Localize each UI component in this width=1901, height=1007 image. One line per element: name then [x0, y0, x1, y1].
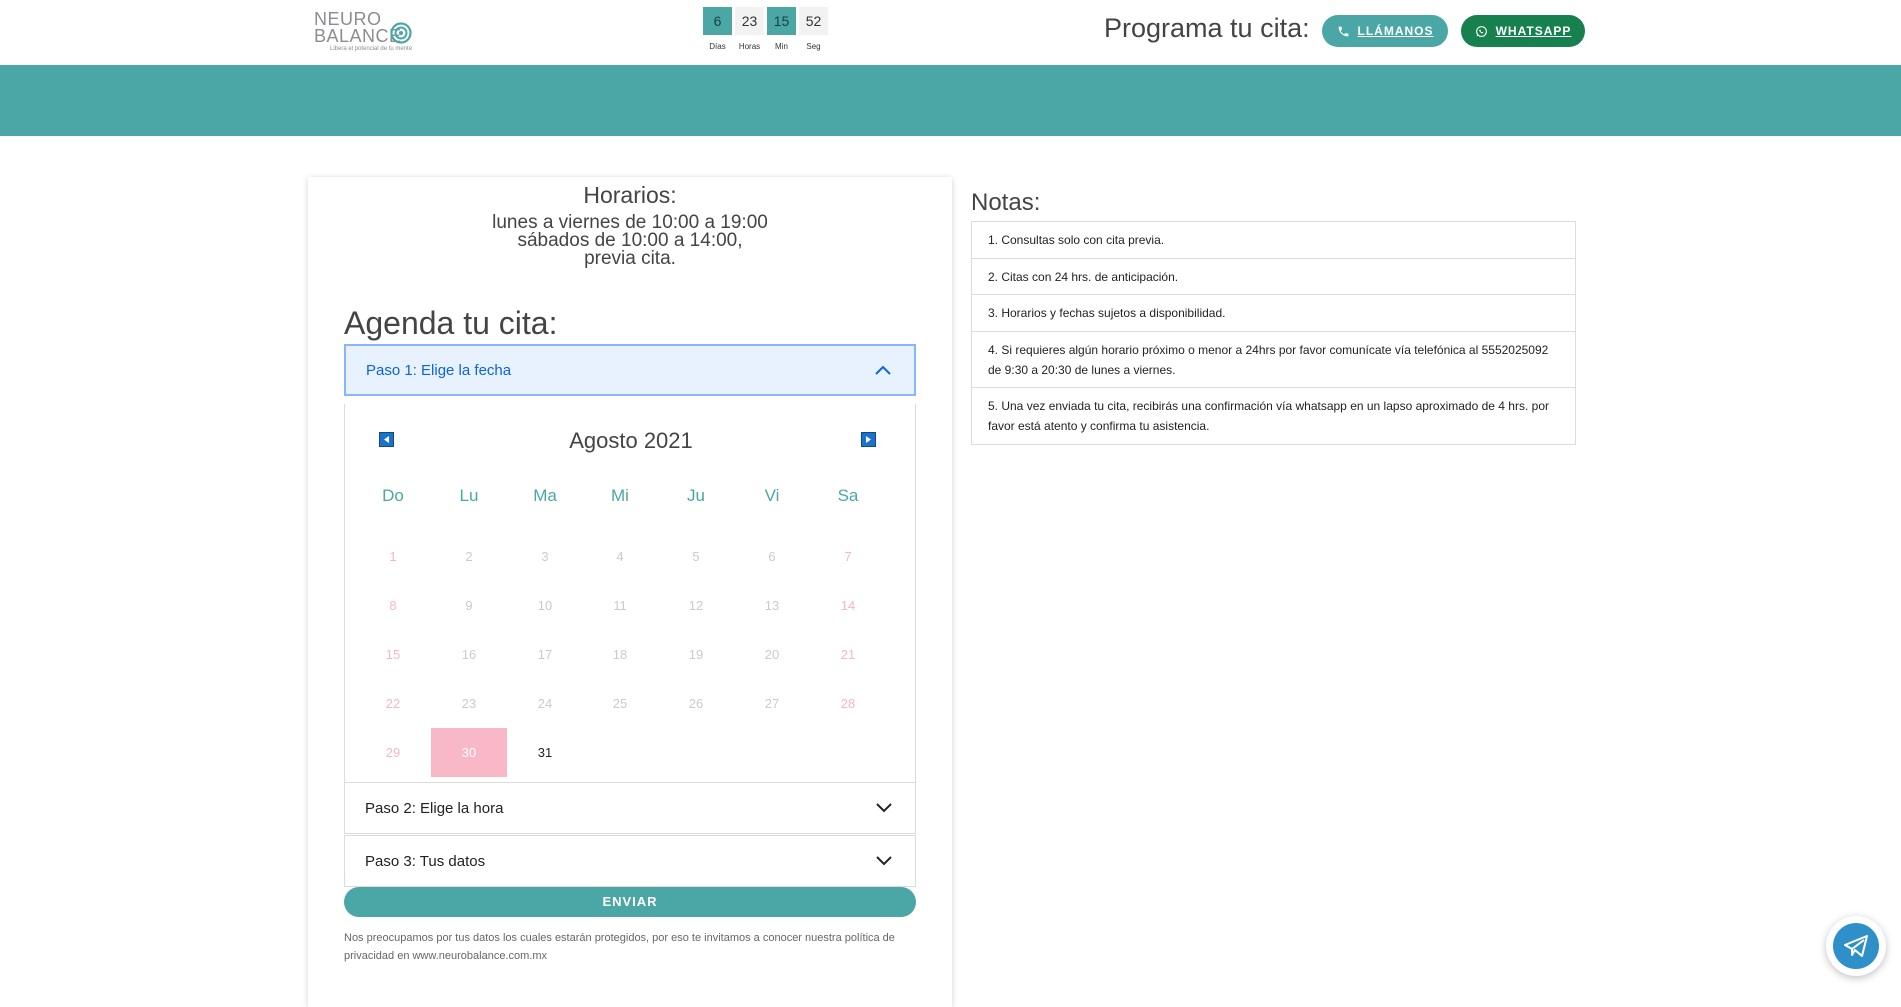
- countdown-minutes-label: Min: [775, 42, 788, 51]
- telegram-icon: [1844, 935, 1868, 957]
- calendar-next-button[interactable]: [861, 432, 876, 447]
- weekday-header: Ju: [687, 486, 705, 505]
- countdown-days-label: Días: [709, 42, 726, 51]
- calendar-day[interactable]: 2: [431, 532, 507, 581]
- calendar-day[interactable]: 3: [507, 532, 583, 581]
- countdown-minutes-value: 15: [767, 7, 796, 35]
- call-button[interactable]: LLÁMANOS: [1322, 15, 1448, 47]
- logo-tagline: Libera el potencial de tu mente: [330, 46, 413, 52]
- calendar-day[interactable]: 15: [355, 630, 431, 679]
- calendar-day[interactable]: 31: [507, 728, 583, 777]
- calendar-day[interactable]: 18: [582, 630, 658, 679]
- calendar-day[interactable]: 29: [355, 728, 431, 777]
- step2-accordion-header[interactable]: Paso 2: Elige la hora: [344, 782, 916, 834]
- note-item: 2. Citas con 24 hrs. de anticipación.: [972, 259, 1575, 295]
- appointment-card: Horarios: lunes a viernes de 10:00 a 19:…: [308, 177, 952, 1007]
- calendar-day[interactable]: 11: [582, 581, 658, 630]
- calendar-day[interactable]: 26: [658, 679, 734, 728]
- arrow-right-icon: [866, 436, 871, 443]
- calendar-day[interactable]: 28: [810, 679, 886, 728]
- step1-accordion-header[interactable]: Paso 1: Elige la fecha: [344, 344, 916, 396]
- calendar-day[interactable]: 27: [734, 679, 810, 728]
- calendar-day[interactable]: 4: [582, 532, 658, 581]
- countdown-days-value: 6: [703, 7, 732, 35]
- countdown-seconds-label: Seg: [806, 42, 821, 51]
- calendar-day[interactable]: 23: [431, 679, 507, 728]
- calendar-day[interactable]: 21: [810, 630, 886, 679]
- calendar-day-selected[interactable]: 30: [431, 728, 507, 777]
- note-item: 3. Horarios y fechas sujetos a disponibi…: [972, 295, 1575, 332]
- phone-icon: [1338, 26, 1348, 36]
- schedule-prompt: Programa tu cita:: [1104, 13, 1310, 43]
- calendar-day[interactable]: 16: [431, 630, 507, 679]
- calendar-day[interactable]: 22: [355, 679, 431, 728]
- calendar-day[interactable]: 14: [810, 581, 886, 630]
- countdown-hours-label: Horas: [738, 42, 761, 51]
- telegram-chat-button[interactable]: [1826, 916, 1886, 976]
- send-button[interactable]: ENVIAR: [344, 887, 916, 917]
- notes-list: 1. Consultas solo con cita previa. 2. Ci…: [971, 221, 1576, 445]
- calendar-day[interactable]: 20: [734, 630, 810, 679]
- site-header: NEURO BALANCE Libera el potencial de tu …: [0, 0, 1901, 65]
- calendar-day[interactable]: 25: [582, 679, 658, 728]
- calendar-day[interactable]: 17: [507, 630, 583, 679]
- calendar-day[interactable]: 7: [810, 532, 886, 581]
- calendar-day[interactable]: 1: [355, 532, 431, 581]
- note-item: 4. Si requieres algún horario próximo o …: [972, 332, 1575, 388]
- countdown-hours-value: 23: [735, 7, 764, 35]
- notes-title: Notas:: [971, 189, 1041, 216]
- whatsapp-button-label: WHATSAPP: [1495, 24, 1572, 38]
- step3-accordion-header[interactable]: Paso 3: Tus datos: [344, 835, 916, 887]
- calendar-day[interactable]: 12: [658, 581, 734, 630]
- calendar-day[interactable]: 24: [507, 679, 583, 728]
- whatsapp-button[interactable]: WHATSAPP: [1461, 15, 1585, 47]
- agenda-title: Agenda tu cita:: [344, 305, 558, 341]
- weekday-header: Ma: [533, 486, 557, 505]
- chevron-down-icon: [876, 803, 892, 813]
- hours-title: Horarios:: [583, 182, 677, 208]
- privacy-notice: Nos preocupamos por tus datos los cuales…: [344, 932, 895, 962]
- calendar-day[interactable]: 9: [431, 581, 507, 630]
- call-button-label: LLÁMANOS: [1357, 24, 1434, 38]
- calendar-day[interactable]: 6: [734, 532, 810, 581]
- calendar-month-label: Agosto 2021: [569, 428, 693, 453]
- weekday-header: Sa: [837, 486, 859, 505]
- chevron-up-icon: [875, 365, 891, 375]
- logo-swirl-icon: [390, 22, 412, 44]
- weekday-header: Mi: [611, 486, 629, 505]
- step2-label: Paso 2: Elige la hora: [365, 799, 504, 817]
- telegram-icon-circle: [1833, 923, 1879, 969]
- step3-label: Paso 3: Tus datos: [365, 852, 486, 870]
- weekday-header: Do: [382, 486, 404, 505]
- calendar-day[interactable]: 10: [507, 581, 583, 630]
- step1-label: Paso 1: Elige la fecha: [366, 361, 512, 379]
- calendar-day[interactable]: 19: [658, 630, 734, 679]
- note-item: 5. Una vez enviada tu cita, recibirás un…: [988, 399, 1549, 433]
- chevron-down-icon: [876, 856, 892, 866]
- hours-note: previa cita.: [584, 248, 676, 269]
- weekday-header: Lu: [459, 486, 479, 505]
- logo-text-line2: BALANCE: [314, 26, 402, 46]
- calendar-day[interactable]: 13: [734, 581, 810, 630]
- note-item: 1. Consultas solo con cita previa.: [972, 222, 1575, 259]
- whatsapp-icon: [1475, 25, 1487, 37]
- countdown-seconds-value: 52: [799, 7, 828, 35]
- calendar: Agosto 2021 Do Lu Ma Mi Ju Vi Sa 1 2 3 4 5 6 7 8 9 10 11…: [344, 404, 916, 782]
- calendar-day[interactable]: 8: [355, 581, 431, 630]
- neurobalance-logo[interactable]: NEURO BALANCE Libera el potencial de tu …: [314, 8, 424, 56]
- hero-banner: [0, 65, 1901, 136]
- calendar-day[interactable]: 5: [658, 532, 734, 581]
- weekday-header: Vi: [764, 486, 780, 505]
